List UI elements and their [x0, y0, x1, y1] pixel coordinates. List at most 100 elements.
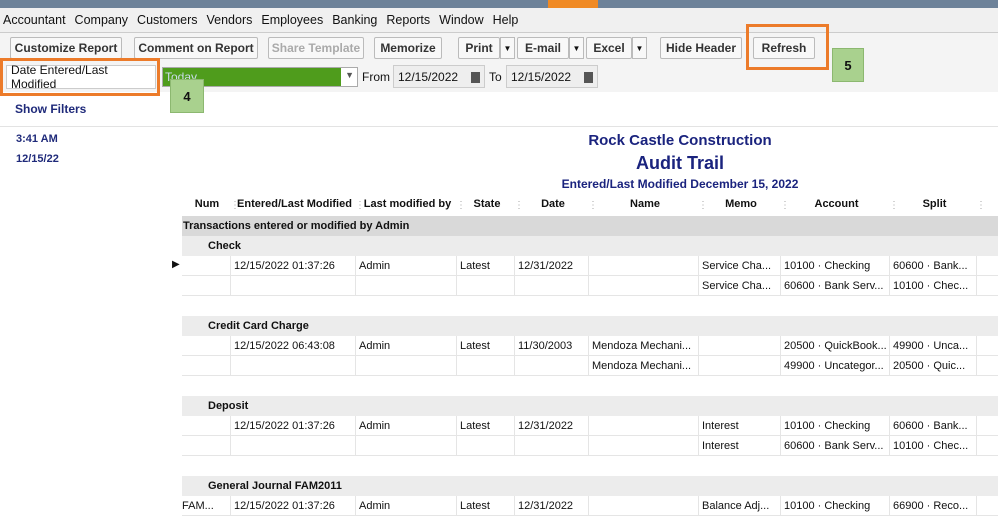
cell-divider	[698, 496, 699, 516]
to-date-input[interactable]: 12/15/2022	[506, 65, 598, 88]
table-cell: 49900 · Unca...	[893, 340, 969, 352]
cell-divider	[355, 356, 356, 376]
hide-header-button[interactable]: Hide Header	[660, 37, 742, 59]
table-cell: Latest	[460, 260, 490, 272]
table-cell: 12/15/2022 06:43:08	[234, 340, 335, 352]
cell-divider	[588, 276, 589, 296]
share-template-button[interactable]: Share Template	[268, 37, 364, 59]
table-cell: 20500 · QuickBook...	[784, 340, 887, 352]
menu-accountant[interactable]: Accountant	[3, 13, 66, 27]
column-header[interactable]: Entered/Last Modified	[232, 198, 357, 210]
table-row[interactable]: 12/15/2022 06:43:08 Admin Latest 11/30/2003…	[182, 336, 998, 356]
menu-window[interactable]: Window	[439, 13, 483, 27]
table-row[interactable]: Mendoza Mechani... 49900 · Uncategor... 20…	[182, 356, 998, 376]
cell-divider	[976, 276, 977, 296]
table-row[interactable]: Interest 60600 · Bank Serv... 10100 · Chec…	[182, 436, 998, 456]
cell-divider	[456, 256, 457, 276]
print-dropdown-icon[interactable]: ▼	[500, 37, 515, 59]
cell-divider	[698, 276, 699, 296]
table-cell: 60600 · Bank...	[893, 260, 968, 272]
section-header: Deposit	[182, 396, 998, 416]
report-title: Audit Trail	[635, 153, 724, 173]
cell-divider	[514, 256, 515, 276]
table-cell: Admin	[359, 340, 391, 352]
table-cell: 60600 · Bank Serv...	[784, 280, 884, 292]
cell-divider	[889, 436, 890, 456]
table-cell: Service Cha...	[702, 260, 772, 272]
customize-report-button[interactable]: Customize Report	[10, 37, 122, 59]
memorize-button[interactable]: Memorize	[374, 37, 442, 59]
column-header[interactable]: Last modified by	[357, 198, 458, 210]
highlight-box-date-filter	[0, 58, 160, 96]
title-bar	[0, 0, 998, 8]
report-time: 3:41 AM	[16, 133, 58, 145]
column-header[interactable]: Num	[182, 198, 232, 210]
menu-bar: Accountant Company Customers Vendors Emp…	[0, 8, 998, 32]
table-row[interactable]: 12/15/2022 01:37:26 Admin Latest 12/31/2022…	[182, 416, 998, 436]
from-date-input[interactable]: 12/15/2022	[393, 65, 485, 88]
from-label: From	[362, 70, 390, 84]
cell-divider	[698, 436, 699, 456]
cell-divider	[976, 416, 977, 436]
cell-divider	[355, 496, 356, 516]
company-name: Rock Castle Construction	[588, 132, 772, 149]
table-row[interactable]: FAM... 12/15/2022 01:37:26 Admin Latest 12/3…	[182, 496, 998, 516]
email-button[interactable]: E-mail	[517, 37, 569, 59]
column-header[interactable]: Account	[782, 198, 891, 210]
cell-divider	[698, 336, 699, 356]
menu-company[interactable]: Company	[75, 13, 129, 27]
excel-button[interactable]: Excel	[586, 37, 632, 59]
column-header[interactable]: Memo	[700, 198, 782, 210]
cell-divider	[514, 356, 515, 376]
from-date-value: 12/15/2022	[398, 70, 459, 84]
menu-customers[interactable]: Customers	[137, 13, 197, 27]
cell-divider	[976, 336, 977, 356]
print-button[interactable]: Print	[458, 37, 500, 59]
to-label: To	[489, 70, 502, 84]
menu-banking[interactable]: Banking	[332, 13, 377, 27]
column-header[interactable]: State	[458, 198, 516, 210]
table-cell: 11/30/2003	[518, 340, 573, 352]
section-header: Credit Card Charge	[182, 316, 998, 336]
cell-divider	[698, 356, 699, 376]
cell-divider	[230, 336, 231, 356]
table-cell: Latest	[460, 340, 490, 352]
calendar-icon[interactable]	[584, 72, 593, 83]
cell-divider	[976, 496, 977, 516]
table-cell: 60600 · Bank...	[893, 420, 968, 432]
column-header[interactable]: Date	[516, 198, 590, 210]
to-date-value: 12/15/2022	[511, 70, 572, 84]
highlight-box-refresh	[746, 24, 829, 70]
report-subtitle: Entered/Last Modified December 15, 2022	[561, 177, 799, 191]
column-resize-handle[interactable]: ⋮	[976, 200, 986, 211]
table-cell: Mendoza Mechani...	[592, 360, 692, 372]
cell-divider	[456, 356, 457, 376]
calendar-icon[interactable]	[471, 72, 480, 83]
table-cell: 20500 · Quic...	[893, 360, 966, 372]
menu-help[interactable]: Help	[493, 13, 519, 27]
cell-divider	[230, 416, 231, 436]
cell-divider	[456, 436, 457, 456]
cell-divider	[514, 496, 515, 516]
column-header[interactable]: Split	[891, 198, 978, 210]
menu-reports[interactable]: Reports	[386, 13, 430, 27]
column-header[interactable]: Name	[590, 198, 700, 210]
table-cell: Admin	[359, 260, 391, 272]
cell-divider	[780, 276, 781, 296]
table-cell: 49900 · Uncategor...	[784, 360, 884, 372]
show-filters-link[interactable]: Show Filters	[15, 102, 86, 116]
menu-vendors[interactable]: Vendors	[206, 13, 252, 27]
cell-divider	[456, 416, 457, 436]
cell-divider	[456, 496, 457, 516]
comment-on-report-button[interactable]: Comment on Report	[134, 37, 258, 59]
table-cell: 10100 · Chec...	[893, 440, 969, 452]
table-row[interactable]: 12/15/2022 01:37:26 Admin Latest 12/31/2022…	[182, 256, 998, 276]
cell-divider	[230, 496, 231, 516]
excel-dropdown-icon[interactable]: ▼	[632, 37, 647, 59]
table-row[interactable]: Service Cha... 60600 · Bank Serv... 10100 …	[182, 276, 998, 296]
cell-divider	[456, 276, 457, 296]
table-cell: Latest	[460, 420, 490, 432]
menu-employees[interactable]: Employees	[261, 13, 323, 27]
table-cell: 12/31/2022	[518, 260, 574, 272]
email-dropdown-icon[interactable]: ▼	[569, 37, 584, 59]
